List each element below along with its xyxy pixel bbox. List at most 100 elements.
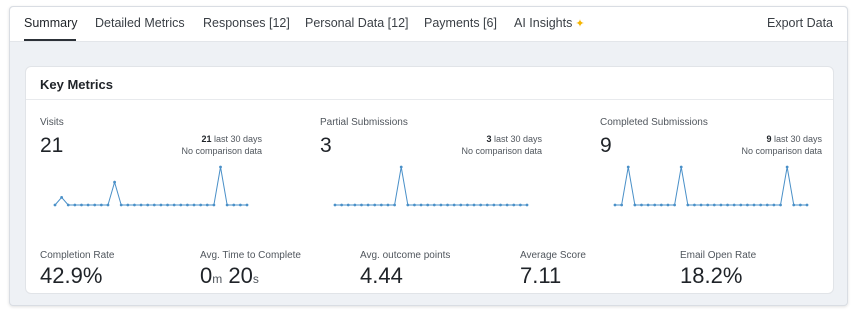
sparkline-point — [106, 203, 110, 207]
completed-submissions-sparkline — [613, 165, 809, 207]
tab-summary[interactable]: Summary — [24, 16, 77, 30]
key-metrics-card: Key Metrics Visits 21 21 last 30 days No… — [25, 66, 834, 294]
tab-detailed-metrics[interactable]: Detailed Metrics — [95, 16, 185, 30]
sparkline-point — [518, 203, 522, 207]
sparkline-point — [238, 203, 242, 207]
sparkline-point — [459, 203, 463, 207]
period-value: 3 — [486, 134, 492, 144]
sparkline-point — [225, 203, 229, 207]
sparkline-point — [472, 203, 476, 207]
metric-period: 3 last 30 days No comparison data — [461, 133, 542, 157]
sparkline-point — [159, 203, 163, 207]
sparkline-point — [732, 203, 736, 207]
metric-value: 0m 20s — [200, 263, 301, 289]
sparkline-point — [86, 203, 90, 207]
sparkline-line — [615, 166, 807, 206]
metric-period: 9 last 30 days No comparison data — [741, 133, 822, 157]
active-tab-indicator — [24, 39, 76, 41]
sparkline-point — [466, 203, 469, 207]
tab-payments[interactable]: Payments [6] — [424, 16, 497, 30]
period-label: last 30 days — [493, 134, 542, 144]
sparkline-point — [699, 203, 703, 207]
sparkline-point — [60, 196, 64, 199]
sparkline-point — [673, 203, 676, 207]
sparkline-point — [505, 203, 509, 207]
sparkline-point — [179, 203, 183, 207]
sparkline-point — [146, 203, 150, 207]
metric-completion-rate: Completion Rate 42.9% — [40, 250, 114, 289]
period-value: 21 — [201, 134, 212, 144]
tab-ai-insights[interactable]: AI Insights ✦ — [514, 16, 585, 30]
sparkline-point — [426, 203, 430, 207]
sparkline-point — [393, 203, 396, 207]
sparkline-point — [373, 203, 377, 207]
minutes-value: 0 — [200, 263, 213, 288]
metric-email-open-rate: Email Open Rate 18.2% — [680, 250, 756, 289]
sparkline-point — [525, 203, 529, 207]
sparkle-icon: ✦ — [575, 18, 585, 30]
metric-label: Completed Submissions — [600, 117, 708, 128]
sparkline-point — [186, 203, 189, 207]
sparkline-point — [139, 203, 143, 207]
sparkline-point — [66, 203, 70, 207]
tab-responses[interactable]: Responses [12] — [203, 16, 290, 30]
sparkline-point — [765, 203, 769, 207]
sparkline-point — [360, 203, 363, 207]
partial-submissions-sparkline — [333, 165, 529, 207]
metric-avg-time-to-complete: Avg. Time to Complete 0m 20s — [200, 250, 301, 289]
visits-sparkline — [53, 165, 249, 207]
metric-average-score: Average Score 7.11 — [520, 250, 586, 289]
sparkline-point — [205, 203, 209, 207]
comparison-text: No comparison data — [181, 146, 262, 156]
metric-label: Email Open Rate — [680, 250, 757, 261]
sparkline-point — [633, 203, 637, 207]
sparkline-point — [172, 203, 176, 207]
sparkline-point — [779, 203, 782, 207]
sparkline-line — [335, 166, 527, 206]
sparkline-point — [346, 203, 350, 207]
metric-value: 18.2% — [680, 263, 743, 288]
comparison-text: No comparison data — [461, 146, 542, 156]
sparkline-point — [792, 203, 796, 207]
sparkline-point — [366, 203, 370, 207]
metric-avg-outcome-points: Avg. outcome points 4.44 — [360, 250, 450, 289]
sparkline-point — [133, 203, 136, 207]
sparkline-point — [620, 203, 624, 207]
sparkline-point — [386, 203, 390, 207]
sparkline-point — [99, 203, 103, 207]
metric-label: Partial Submissions — [320, 117, 408, 128]
sparkline-point — [232, 203, 236, 207]
metric-partial-submissions: Partial Submissions 3 3 last 30 days No … — [320, 117, 542, 227]
sparkline-point — [706, 203, 710, 207]
sparkline-point — [333, 203, 337, 207]
card-title: Key Metrics — [26, 67, 833, 100]
metric-label: Completion Rate — [40, 250, 115, 261]
sparkline-point — [512, 203, 516, 207]
metric-label: Average Score — [520, 250, 586, 261]
sparkline-point — [613, 203, 617, 207]
tab-bar: Summary Detailed Metrics Responses [12] … — [10, 7, 847, 42]
export-data-button[interactable]: Export Data — [767, 16, 833, 30]
seconds-unit: s — [252, 272, 259, 286]
sparkline-point — [726, 203, 729, 207]
sparkline-point — [93, 203, 97, 207]
sparkline-point — [379, 203, 383, 207]
metric-period: 21 last 30 days No comparison data — [181, 133, 262, 157]
dashboard-frame: Summary Detailed Metrics Responses [12] … — [9, 6, 848, 306]
sparkline-point — [659, 203, 663, 207]
sparkline-point — [452, 203, 456, 207]
metric-completed-submissions: Completed Submissions 9 9 last 30 days N… — [600, 117, 822, 227]
sparkline-point — [686, 203, 690, 207]
metric-label: Avg. outcome points — [360, 250, 451, 261]
sparkline-point — [399, 165, 403, 169]
sparkline-point — [192, 203, 196, 207]
tab-personal-data[interactable]: Personal Data [12] — [305, 16, 409, 30]
sparkline-point — [419, 203, 423, 207]
sparkline-point — [712, 203, 716, 207]
sparkline-point — [166, 203, 169, 207]
sparkline-point — [113, 180, 116, 184]
sparkline-point — [626, 165, 630, 169]
sparkline-point — [785, 165, 789, 169]
period-label: last 30 days — [213, 134, 262, 144]
sparkline-point — [499, 203, 502, 207]
